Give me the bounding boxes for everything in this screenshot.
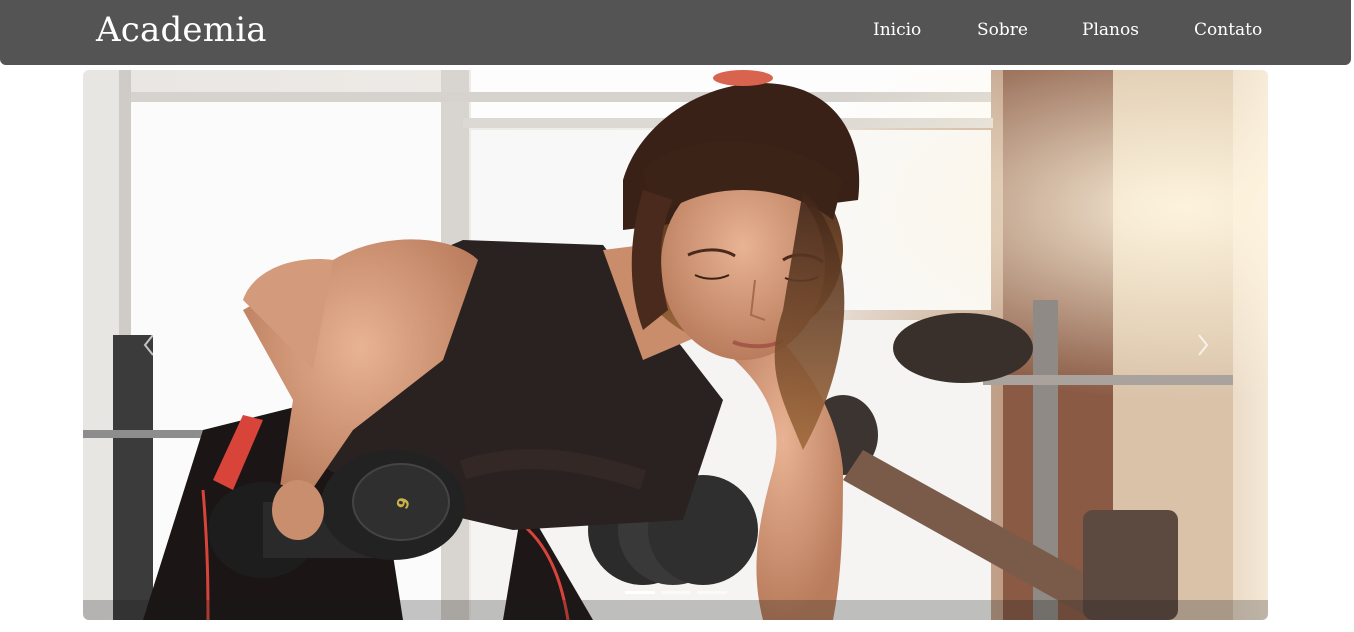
carousel-indicator-1[interactable] bbox=[624, 591, 655, 594]
hero-carousel: 9 bbox=[83, 70, 1268, 620]
carousel-indicators bbox=[83, 591, 1268, 594]
navbar: Academia Inicio Sobre Planos Contato bbox=[0, 0, 1351, 65]
chevron-right-icon bbox=[1198, 334, 1209, 356]
chevron-left-icon bbox=[143, 334, 154, 356]
nav-link-inicio[interactable]: Inicio bbox=[873, 18, 921, 42]
nav-link-contato[interactable]: Contato bbox=[1194, 18, 1262, 42]
nav-link-planos[interactable]: Planos bbox=[1082, 18, 1139, 42]
brand-logo[interactable]: Academia bbox=[96, 8, 267, 52]
carousel-indicator-2[interactable] bbox=[660, 591, 691, 594]
carousel-indicator-3[interactable] bbox=[696, 591, 727, 594]
hero-slide-image: 9 bbox=[83, 70, 1268, 620]
nav-link-sobre[interactable]: Sobre bbox=[977, 18, 1028, 42]
carousel-prev-button[interactable] bbox=[135, 325, 165, 365]
carousel-next-button[interactable] bbox=[1187, 325, 1217, 365]
